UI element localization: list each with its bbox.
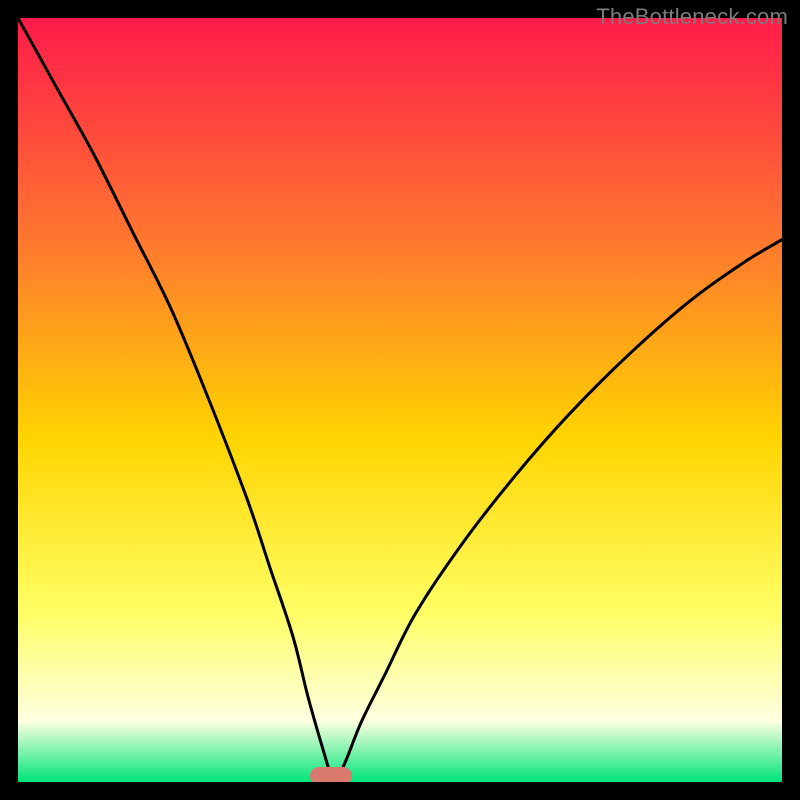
plot-area <box>18 18 782 782</box>
gradient-background <box>18 18 782 782</box>
chart-frame: TheBottleneck.com <box>0 0 800 800</box>
watermark-text: TheBottleneck.com <box>596 4 788 30</box>
optimal-marker <box>310 767 352 782</box>
chart-svg <box>18 18 782 782</box>
